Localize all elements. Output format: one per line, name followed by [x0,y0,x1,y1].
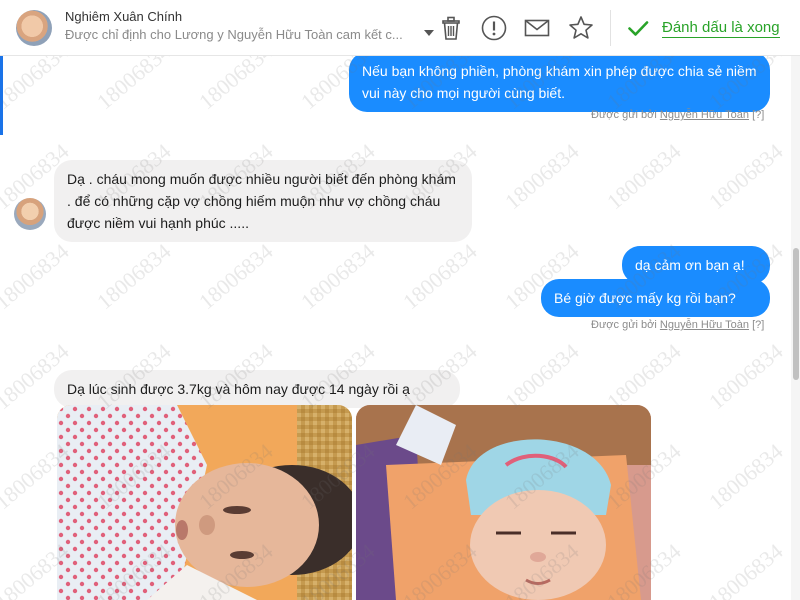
sent-by-label: Được gửi bởi Nguyễn Hữu Toàn [?] [591,109,764,121]
help-link[interactable]: [?] [752,319,764,331]
sent-by-label: Được gửi bởi Nguyễn Hữu Toàn [?] [591,319,764,331]
selection-accent [0,56,3,135]
avatar[interactable] [14,198,46,230]
watermark-text: 18006834 [704,438,788,515]
trash-icon[interactable] [437,14,465,42]
scrollbar-thumb[interactable] [793,248,799,380]
check-icon [628,21,649,36]
watermark-text: 18006834 [0,238,74,315]
outgoing-message[interactable]: Bé giờ được mấy kg rồi bạn? [541,279,770,317]
watermark-text: 18006834 [500,138,584,215]
sent-by-prefix: Được gửi bởi [591,319,657,331]
assignment-subtitle: Được chỉ định cho Lương y Nguyễn Hữu Toà… [65,27,403,42]
avatar[interactable] [16,10,52,46]
mark-as-done-label: Đánh dấu là xong [662,18,780,38]
watermark-text: 18006834 [704,338,788,415]
chevron-down-icon[interactable] [424,30,434,36]
incoming-message[interactable]: Dạ . cháu mong muốn được nhiều người biế… [54,160,472,242]
sender-name-link[interactable]: Nguyễn Hữu Toàn [660,109,749,121]
incoming-message[interactable]: Dạ lúc sinh được 3.7kg và hôm nay được 1… [54,370,460,408]
watermark-text: 18006834 [398,238,482,315]
watermark-text: 18006834 [704,538,788,600]
sent-by-prefix: Được gửi bởi [591,109,657,121]
watermark-text: 18006834 [602,138,686,215]
watermark-text: 18006834 [602,338,686,415]
watermark-text: 18006834 [92,238,176,315]
contact-name[interactable]: Nghiêm Xuân Chính [65,9,182,24]
watermark-text: 18006834 [704,138,788,215]
outgoing-message[interactable]: Nếu bạn không phiền, phòng khám xin phép… [349,52,770,112]
star-icon[interactable] [567,14,595,42]
sender-name-link[interactable]: Nguyễn Hữu Toàn [660,319,749,331]
messenger-conversation: Nghiêm Xuân Chính Được chỉ định cho Lươn… [0,0,800,600]
watermark-text: 18006834 [296,238,380,315]
baby-photo[interactable] [356,405,651,600]
header-divider [610,10,611,46]
help-link[interactable]: [?] [752,109,764,121]
conversation-header: Nghiêm Xuân Chính Được chỉ định cho Lươn… [0,0,800,56]
alert-icon[interactable] [480,14,508,42]
watermark-text: 18006834 [500,338,584,415]
watermark-text: 18006834 [194,238,278,315]
mark-as-done-button[interactable]: Đánh dấu là xong [626,14,780,42]
mail-icon[interactable] [523,14,551,42]
baby-photo[interactable] [57,405,352,600]
